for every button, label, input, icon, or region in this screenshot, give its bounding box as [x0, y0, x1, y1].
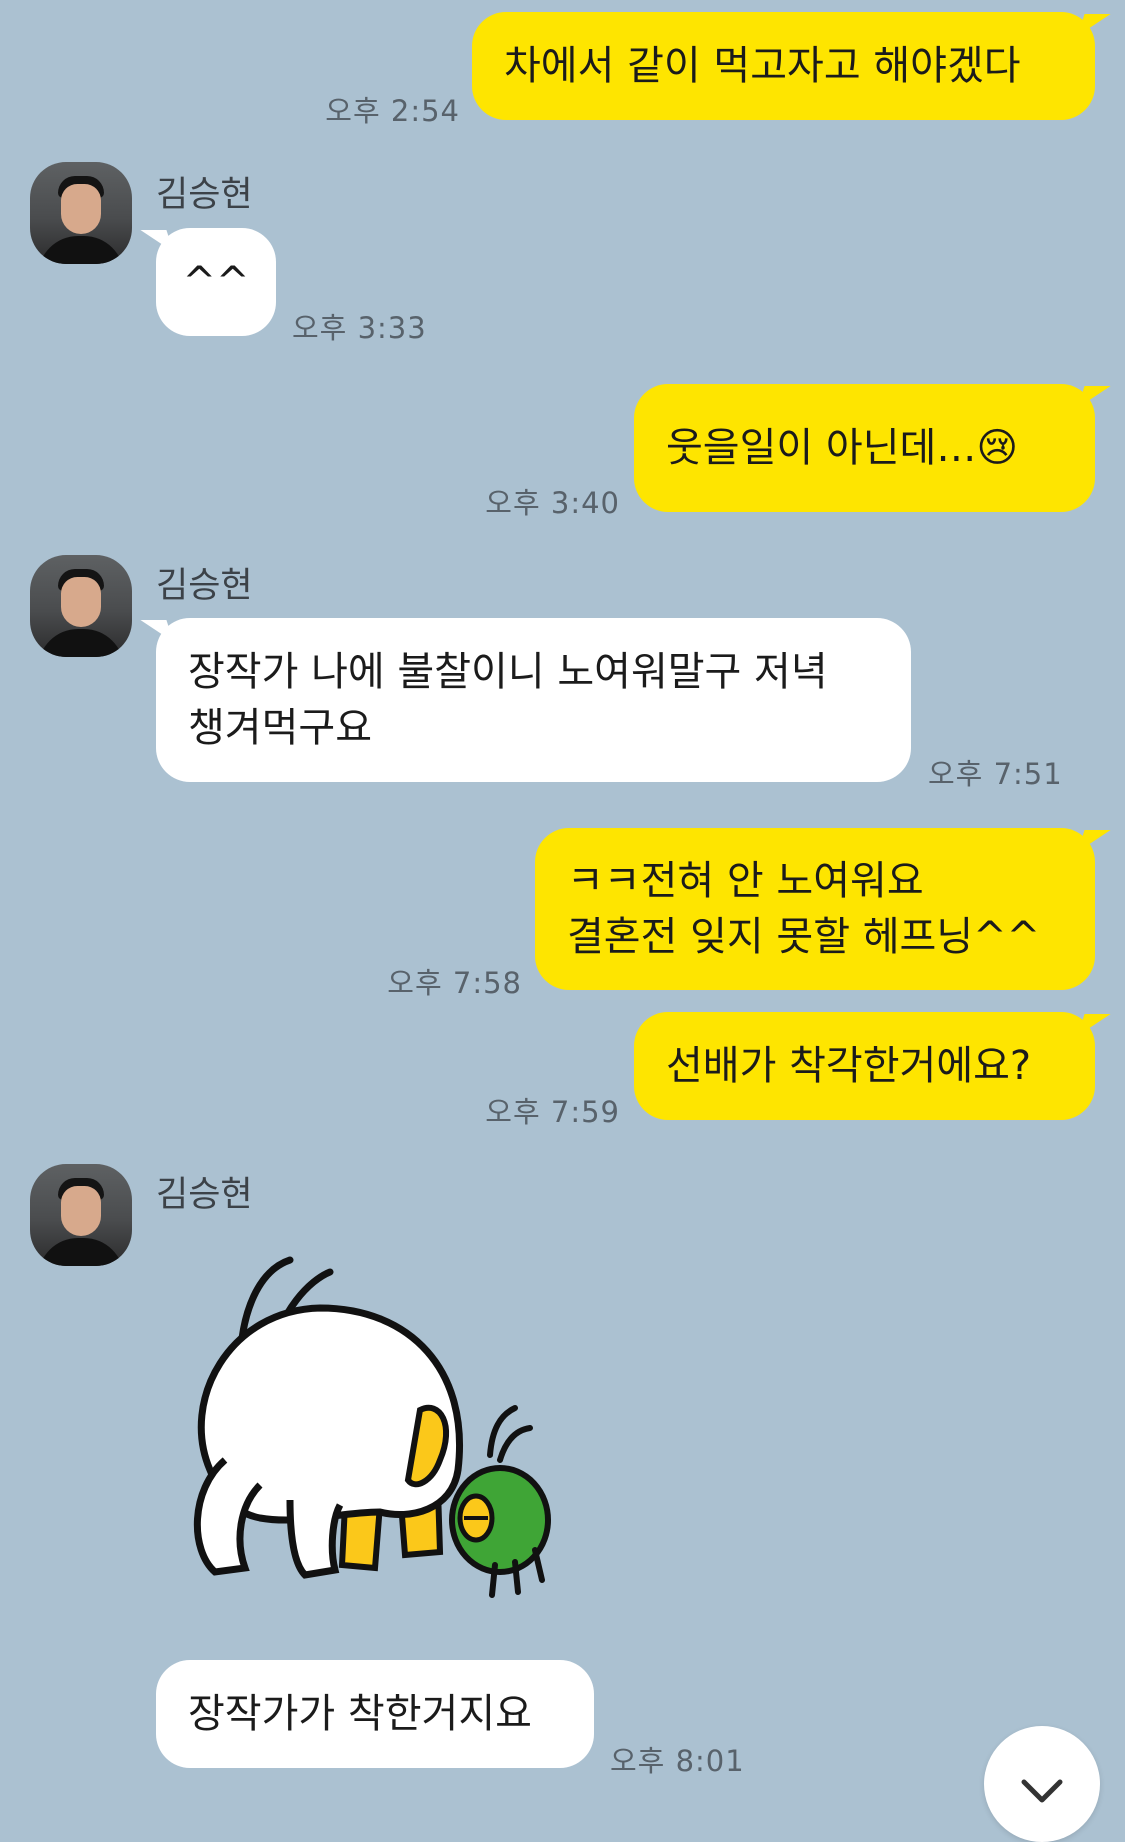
message-text: 결혼전 잊지 못할 헤프닝^^: [567, 914, 1041, 960]
message-text: ㅋㅋ전혀 안 노여워요: [567, 858, 924, 904]
message-text: 장작가 나에 불찰이니 노여워말구 저녁: [188, 649, 828, 695]
message-time: 오후 7:51: [928, 757, 1063, 791]
chevron-down-icon: [1021, 1779, 1063, 1803]
message-text: 챙겨먹구요: [188, 705, 372, 751]
my-message-bubble[interactable]: 웃을일이 아닌데…😢: [634, 384, 1095, 512]
avatar[interactable]: [30, 162, 132, 264]
chat-room: 차에서 같이 먹고자고 해야겠다 오후 2:54 김승현 ^^ 오후 3:33 …: [0, 0, 1125, 1842]
my-message-bubble[interactable]: ㅋㅋ전혀 안 노여워요 결혼전 잊지 못할 헤프닝^^: [535, 828, 1095, 990]
my-message-bubble[interactable]: 선배가 착각한거에요?: [634, 1012, 1095, 1120]
scroll-to-bottom-button[interactable]: [984, 1726, 1100, 1842]
sender-name: 김승현: [156, 175, 253, 215]
avatar[interactable]: [30, 1164, 132, 1266]
message-text: 장작가가 착한거지요: [188, 1691, 532, 1737]
message-text: 선배가 착각한거에요?: [666, 1043, 1032, 1089]
their-message-bubble[interactable]: 장작가가 착한거지요: [156, 1660, 594, 1768]
their-message-bubble[interactable]: ^^: [156, 228, 276, 336]
message-time: 오후 7:58: [387, 966, 522, 1000]
message-time: 오후 2:54: [325, 94, 460, 128]
message-time: 오후 3:40: [485, 486, 620, 520]
message-text: 웃을일이 아닌데…😢: [666, 425, 1019, 471]
avatar[interactable]: [30, 555, 132, 657]
their-message-bubble[interactable]: 장작가 나에 불찰이니 노여워말구 저녁 챙겨먹구요: [156, 618, 911, 782]
message-time: 오후 8:01: [610, 1744, 745, 1778]
sender-name: 김승현: [156, 1175, 253, 1215]
message-text: 차에서 같이 먹고자고 해야겠다: [504, 43, 1021, 89]
message-time: 오후 7:59: [485, 1095, 620, 1129]
sticker[interactable]: [170, 1250, 590, 1610]
message-time: 오후 3:33: [292, 311, 427, 345]
message-text: ^^: [182, 259, 250, 305]
my-message-bubble[interactable]: 차에서 같이 먹고자고 해야겠다: [472, 12, 1095, 120]
sender-name: 김승현: [156, 566, 253, 606]
